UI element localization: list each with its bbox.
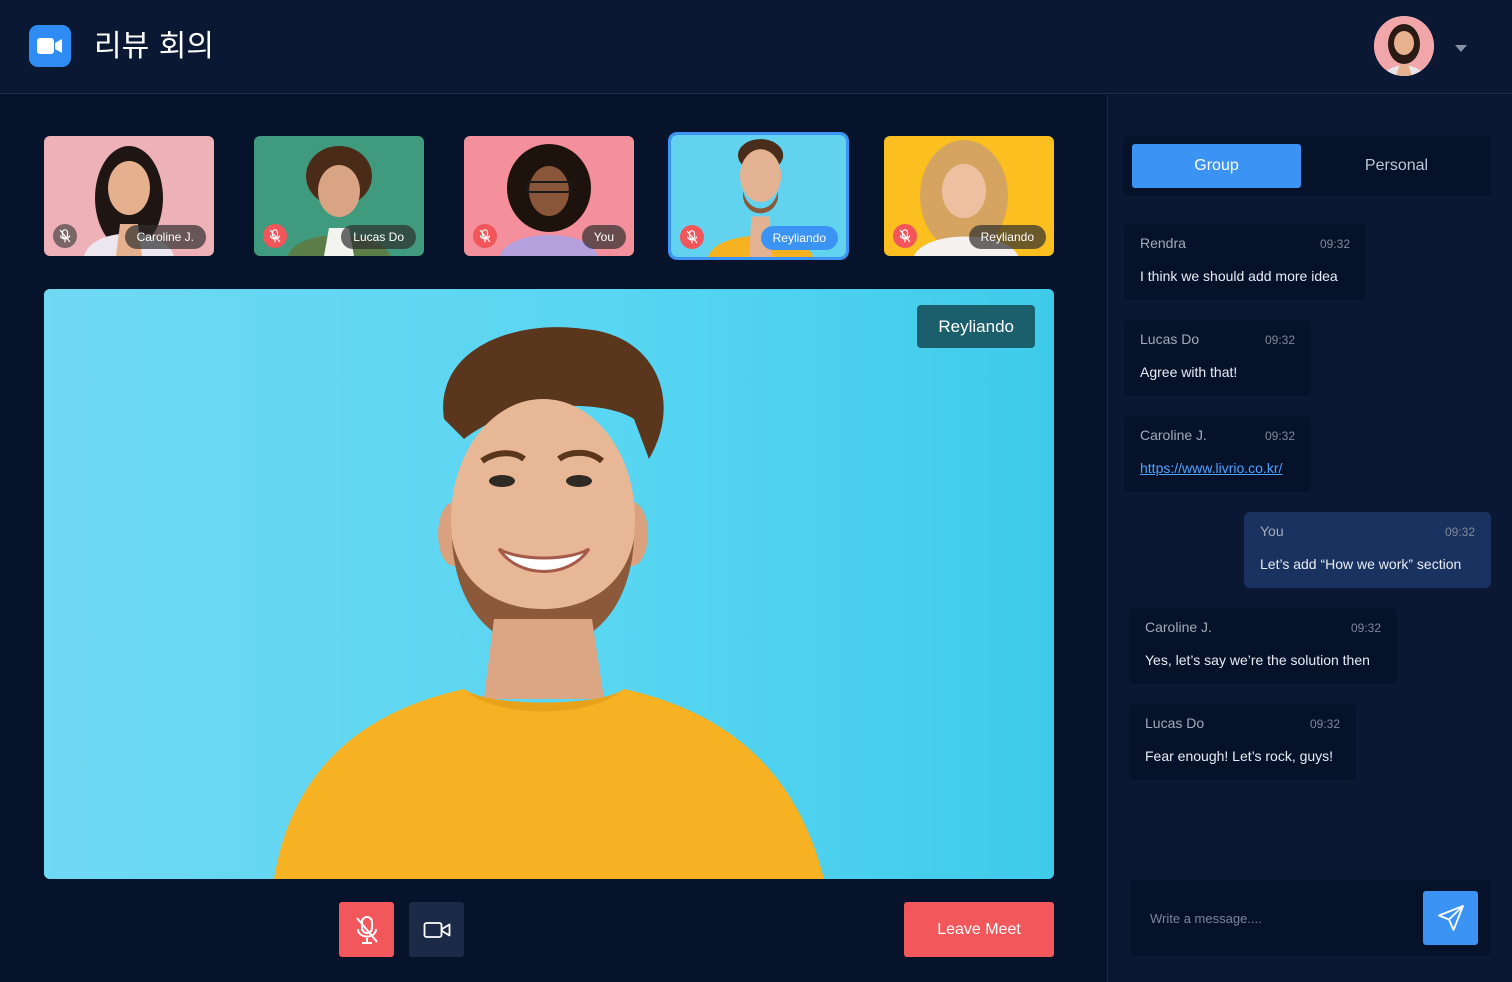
message-composer: [1130, 880, 1491, 956]
chat-message: Lucas Do 09:32 Agree with that!: [1124, 320, 1311, 396]
message-text: Fear enough! Let’s rock, guys!: [1145, 748, 1334, 764]
chat-message: Caroline J. 09:32 Yes, let’s say we’re t…: [1129, 608, 1397, 684]
toggle-camera-button[interactable]: [409, 902, 464, 957]
participant-tile-reyliando-active[interactable]: Reyliando: [668, 132, 849, 260]
message-text: https://www.livrio.co.kr/: [1140, 460, 1282, 476]
mic-muted-badge: [680, 225, 704, 249]
message-time: 09:32: [1264, 429, 1295, 443]
participant-name: Reyliando: [968, 225, 1046, 249]
message-time: 09:32: [1350, 621, 1381, 635]
message-time: 09:32: [1319, 237, 1350, 251]
main-video-stage: Reyliando: [44, 289, 1054, 879]
participant-name: Caroline J.: [124, 225, 206, 249]
message-sender: Lucas Do: [1140, 331, 1200, 347]
active-speaker-label: Reyliando: [917, 305, 1035, 348]
chat-panel: Group Personal Rendra 09:32 I think we s…: [1107, 95, 1512, 982]
participant-tile-you[interactable]: You: [464, 136, 634, 256]
message-sender: Caroline J.: [1145, 619, 1212, 635]
message-text: Yes, let’s say we’re the solution then: [1145, 652, 1370, 668]
speaker-video: [44, 289, 1054, 879]
video-camera-icon: [37, 38, 62, 54]
toggle-mic-button[interactable]: [339, 902, 394, 957]
participant-name: Lucas Do: [341, 225, 416, 249]
participant-name: You: [581, 225, 626, 249]
chevron-down-icon[interactable]: [1453, 40, 1469, 56]
message-text: I think we should add more idea: [1140, 268, 1338, 284]
avatar[interactable]: [1374, 16, 1434, 76]
participant-name: Reyliando: [760, 226, 838, 250]
mic-muted-badge: [473, 224, 497, 248]
chat-message: Lucas Do 09:32 Fear enough! Let’s rock, …: [1129, 704, 1356, 780]
leave-meet-button[interactable]: Leave Meet: [904, 902, 1054, 957]
mic-off-icon: [686, 230, 698, 244]
message-link[interactable]: https://www.livrio.co.kr/: [1140, 460, 1282, 476]
chat-message-own: You 09:32 Let’s add “How we work” sectio…: [1244, 512, 1491, 588]
chat-tabs: Group Personal: [1123, 136, 1491, 196]
mic-off-icon: [479, 229, 491, 243]
send-icon: [1437, 905, 1464, 931]
app-logo: [29, 25, 71, 67]
message-time: 09:32: [1264, 333, 1295, 347]
message-text: Agree with that!: [1140, 364, 1238, 380]
page-title: 리뷰 회의: [94, 29, 214, 64]
tab-personal[interactable]: Personal: [1312, 144, 1481, 188]
message-sender: You: [1260, 523, 1284, 539]
participant-tile-caroline[interactable]: Caroline J.: [44, 136, 214, 256]
message-sender: Caroline J.: [1140, 427, 1207, 443]
participant-tile-lucas[interactable]: Lucas Do: [254, 136, 424, 256]
message-input[interactable]: [1150, 902, 1410, 934]
participant-tile-reyliando-2[interactable]: Reyliando: [884, 136, 1054, 256]
mic-muted-badge: [893, 224, 917, 248]
message-time: 09:32: [1444, 525, 1475, 539]
mic-off-icon: [269, 229, 281, 243]
send-button[interactable]: [1423, 891, 1478, 945]
mic-off-icon: [355, 915, 378, 944]
mic-muted-badge: [53, 224, 77, 248]
chat-message: Caroline J. 09:32 https://www.livrio.co.…: [1124, 416, 1311, 492]
message-sender: Rendra: [1140, 235, 1186, 251]
app-header: 리뷰 회의: [0, 0, 1512, 94]
mic-off-icon: [899, 229, 911, 243]
mic-muted-badge: [263, 224, 287, 248]
message-sender: Lucas Do: [1145, 715, 1205, 731]
message-time: 09:32: [1309, 717, 1340, 731]
tab-group[interactable]: Group: [1132, 144, 1301, 188]
chat-message: Rendra 09:32 I think we should add more …: [1124, 224, 1366, 300]
mic-off-icon: [59, 229, 71, 243]
message-text: Let’s add “How we work” section: [1260, 556, 1462, 572]
video-camera-icon: [423, 921, 450, 938]
